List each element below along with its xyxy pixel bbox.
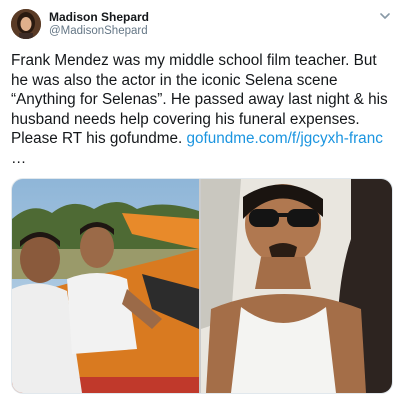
chevron-down-icon[interactable]	[378, 9, 392, 23]
media-photo-car-scene[interactable]	[12, 179, 199, 393]
author-handle[interactable]: @MadisonShepard	[49, 25, 148, 37]
tweet-text-line: he was also the actor in the iconic Sele…	[11, 71, 338, 89]
truncation-ellipsis: …	[11, 149, 27, 167]
media-grid	[11, 178, 393, 394]
tweet-card: Madison Shepard @MadisonShepard Frank Me…	[0, 0, 404, 400]
avatar[interactable]	[11, 9, 41, 39]
tweet-text: Frank Mendez was my middle school film t…	[11, 51, 396, 169]
tweet-text-line: …	[11, 149, 396, 169]
tweet-text-line: Frank Mendez was my middle school film t…	[11, 52, 377, 69]
author-name[interactable]: Madison Shepard	[49, 10, 149, 24]
tweet-text-line: “Anything for Selenas”. He passed away l…	[11, 91, 388, 109]
tweet-text-line: husband needs help covering his funeral …	[11, 110, 360, 128]
tweet-text-fragment: Please RT his gofundme.	[11, 130, 187, 148]
tweet-text-line: Please RT his gofundme. gofundme.com/f/j…	[11, 129, 396, 149]
media-photo-portrait[interactable]	[201, 179, 392, 393]
gofundme-link[interactable]: gofundme.com/f/jgcyxh-franc	[186, 130, 382, 147]
